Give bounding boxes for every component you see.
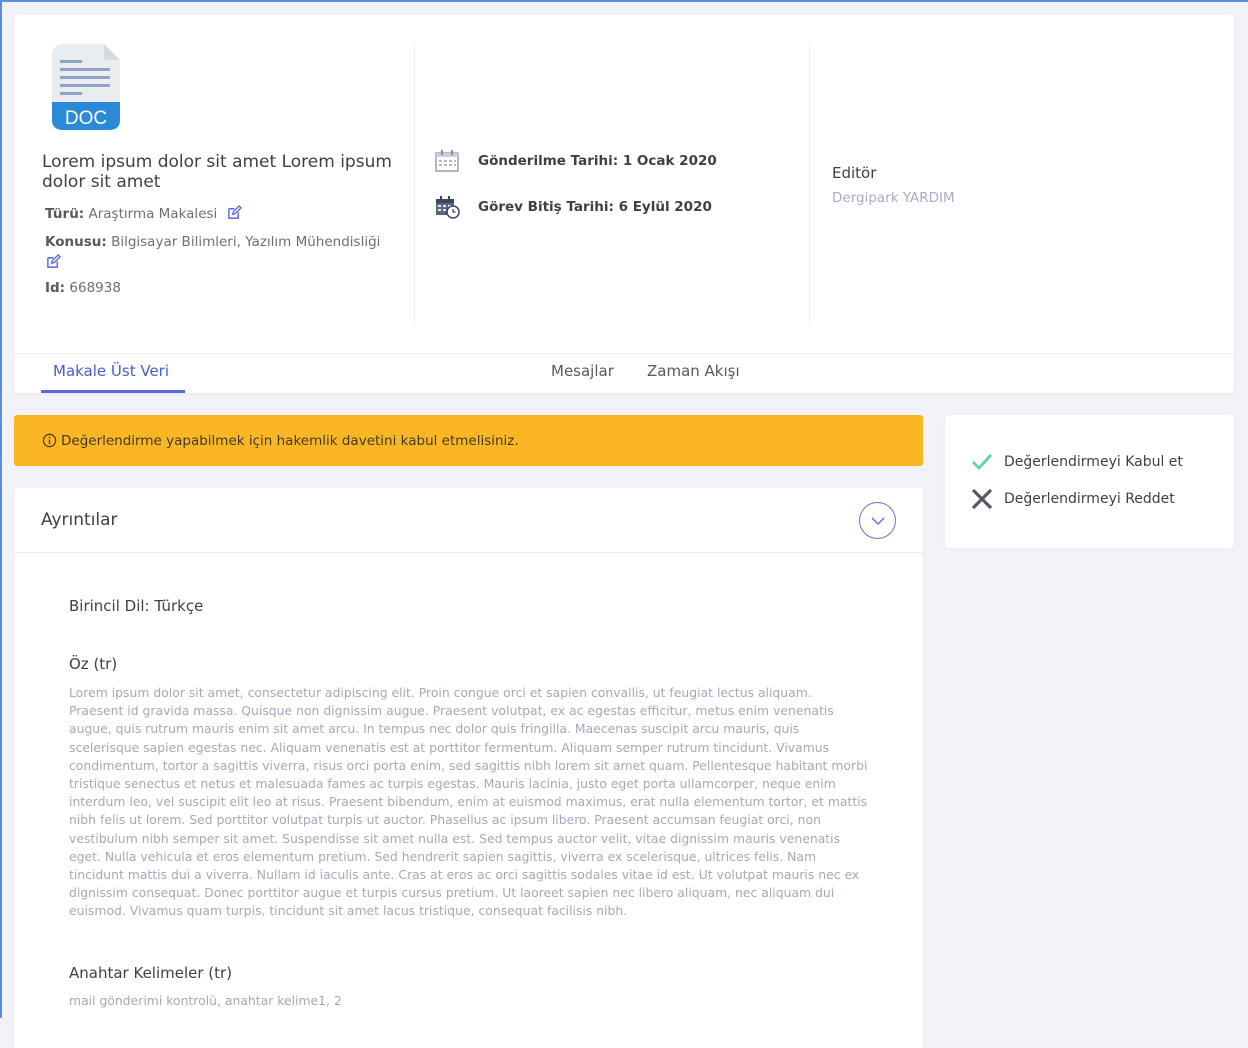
article-header-card: DOC Lorem ipsum dolor sit amet Lorem ips… [14,15,1234,393]
doc-file-icon: DOC [52,44,120,130]
calendar-clock-icon [436,196,460,219]
abstract-text: Lorem ipsum dolor sit amet, consectetur … [69,685,868,919]
warning-text: Değerlendirme yapabilmek için hakemlik d… [61,432,519,449]
tab-makale-ust-veri[interactable]: Makale Üst Veri [53,362,169,380]
column-divider [809,43,810,325]
details-card: Ayrıntılar Birincil Dil: Türkçe Öz (tr) … [14,488,923,1048]
page-frame: DOC Lorem ipsum dolor sit amet Lorem ips… [0,0,1248,1048]
article-id-value: 668938 [69,280,121,296]
collapse-details-button[interactable] [859,502,896,539]
tab-zaman-akisi[interactable]: Zaman Akışı [647,362,740,380]
article-type-line: Türü: Araştırma Makalesi [45,205,242,222]
edit-icon[interactable] [227,205,242,220]
chevron-down-icon [870,516,885,525]
invitation-warning-alert: Değerlendirme yapabilmek için hakemlik d… [14,415,923,466]
article-type-label: Türü: [45,206,85,222]
check-icon [972,454,992,470]
active-tab-indicator [41,390,185,393]
article-type-value: Araştırma Makalesi [88,206,218,222]
tab-mesajlar[interactable]: Mesajlar [551,362,614,380]
keywords-heading: Anahtar Kelimeler (tr) [69,964,233,982]
primary-language: Birincil Dil: Türkçe [69,597,204,615]
details-separator [14,552,923,553]
article-subject-line: Konusu: Bilgisayar Bilimleri, Yazılım Mü… [45,232,405,274]
doc-icon-label: DOC [65,108,107,129]
info-icon [42,433,57,448]
editor-label: Editör [832,164,877,182]
reject-review-button[interactable]: Değerlendirmeyi Reddet [970,487,1175,511]
article-subject-value: Bilgisayar Bilimleri, Yazılım Mühendisli… [111,234,381,250]
details-title: Ayrıntılar [41,510,118,530]
tabs-separator [14,353,1234,354]
abstract-heading: Öz (tr) [69,655,118,673]
submission-date: Gönderilme Tarihi: 1 Ocak 2020 [478,153,717,169]
accept-review-label: Değerlendirmeyi Kabul et [1004,454,1183,470]
calendar-icon [435,150,459,172]
deadline-date-row: Görev Bitiş Tarihi: 6 Eylül 2020 [434,195,712,219]
article-id-label: Id: [45,280,66,296]
review-actions-card: Değerlendirmeyi Kabul et Değerlendirmeyi… [945,415,1234,548]
article-subject-label: Konusu: [45,234,107,250]
keywords-text: mail gönderimi kontrolü, anahtar kelime1… [69,993,342,1008]
column-divider [414,43,415,325]
close-icon [971,488,993,510]
accept-review-button[interactable]: Değerlendirmeyi Kabul et [970,450,1183,474]
deadline-date: Görev Bitiş Tarihi: 6 Eylül 2020 [478,199,712,215]
edit-icon[interactable] [46,254,61,269]
submission-date-row: Gönderilme Tarihi: 1 Ocak 2020 [434,149,717,173]
reject-review-label: Değerlendirmeyi Reddet [1004,491,1175,507]
editor-name[interactable]: Dergipark YARDIM [832,190,955,206]
article-id-line: Id: 668938 [45,280,121,296]
article-title: Lorem ipsum dolor sit amet Lorem ipsum d… [42,152,392,192]
